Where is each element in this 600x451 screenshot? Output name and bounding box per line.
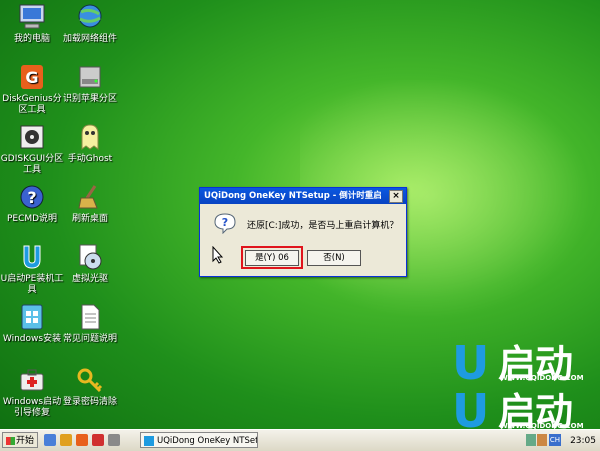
svg-text:?: ?: [27, 188, 36, 207]
desktop-icon-virtual-cd[interactable]: 虚拟光驱: [58, 242, 122, 285]
desktop-icon-refresh-desktop[interactable]: 刷新桌面: [58, 182, 122, 225]
desktop-icon-boot-repair[interactable]: Windows启动引导修复: [0, 365, 64, 419]
desktop-icon-manual-ghost[interactable]: 手动Ghost: [58, 122, 122, 165]
dialog-title: UQiDong OneKey NTSetup - 倒计时重启: [204, 191, 382, 201]
tray-network-icon[interactable]: [526, 434, 536, 446]
diskgenius-icon: G: [17, 62, 47, 92]
clock[interactable]: 23:05: [570, 433, 596, 449]
key-icon: [75, 365, 105, 395]
desktop-icon-u-installer[interactable]: U启动PE装机工具: [0, 242, 64, 296]
desktop-icon-network[interactable]: 加载网络组件: [58, 2, 122, 45]
network-globe-icon: [75, 2, 105, 32]
u-installer-icon: [17, 242, 47, 272]
desktop-icon-gdiskgui[interactable]: GDISKGUI分区工具: [0, 122, 64, 176]
system-tray: CH 23:05: [522, 431, 600, 450]
document-icon: [75, 302, 105, 332]
my-computer-icon: [17, 2, 47, 32]
windows-install-icon: [17, 302, 47, 332]
tray-device-icon[interactable]: [537, 434, 547, 446]
dialog-titlebar[interactable]: UQiDong OneKey NTSetup - 倒计时重启 ×: [200, 188, 406, 204]
desktop-icon-windows-install[interactable]: Windows安装: [0, 302, 64, 345]
help-icon: ?: [17, 182, 47, 212]
u-app-icon: [144, 436, 154, 446]
quicklaunch-computer-icon[interactable]: [44, 434, 56, 446]
ime-indicator[interactable]: CH: [549, 434, 561, 446]
question-icon: ?: [214, 212, 236, 235]
mouse-cursor-icon: [212, 245, 224, 267]
dialog-message: 还原[C:]成功，是否马上重启计算机？: [247, 221, 399, 231]
broom-icon: [75, 182, 105, 212]
virtual-cd-icon: [75, 242, 105, 272]
disk-drive-icon: [75, 62, 105, 92]
svg-text:G: G: [25, 68, 38, 87]
restart-dialog: UQiDong OneKey NTSetup - 倒计时重启 × ? 还原[C:…: [199, 187, 407, 277]
quicklaunch-drive-icon[interactable]: [108, 434, 120, 446]
gdisk-icon: [17, 122, 47, 152]
quicklaunch-tool-icon[interactable]: [92, 434, 104, 446]
quicklaunch-diskgenius-icon[interactable]: [76, 434, 88, 446]
start-button[interactable]: 开始: [2, 432, 38, 448]
ghost-icon: [75, 122, 105, 152]
yes-button[interactable]: 是(Y) 06: [245, 250, 299, 266]
no-button[interactable]: 否(N): [307, 250, 361, 266]
desktop-icon-diskgenius[interactable]: G DiskGenius分区工具: [0, 62, 64, 116]
desktop-icon-apple-partition[interactable]: 识别苹果分区: [58, 62, 122, 105]
desktop-icon-faq[interactable]: 常见问题说明: [58, 302, 122, 345]
repair-kit-icon: [17, 365, 47, 395]
desktop-icon-pecmd-help[interactable]: ? PECMD说明: [0, 182, 64, 225]
desktop-icon-password-reset[interactable]: 登录密码清除: [58, 365, 122, 408]
svg-text:?: ?: [222, 216, 228, 229]
brand-logo-top: U 启动 WWW.UQIDONG.COM: [452, 336, 584, 390]
taskbar: 开始 UQiDong OneKey NTSet... CH 23:05: [0, 429, 600, 451]
taskbar-item-onekey[interactable]: UQiDong OneKey NTSet...: [140, 432, 258, 448]
quicklaunch-folder-icon[interactable]: [60, 434, 72, 446]
desktop-icon-my-computer[interactable]: 我的电脑: [0, 2, 64, 45]
brand-logo-bottom: U 启动 WWW.UQIDONG.COM: [452, 384, 584, 438]
close-button[interactable]: ×: [389, 190, 403, 203]
start-flag-icon: [6, 437, 15, 445]
